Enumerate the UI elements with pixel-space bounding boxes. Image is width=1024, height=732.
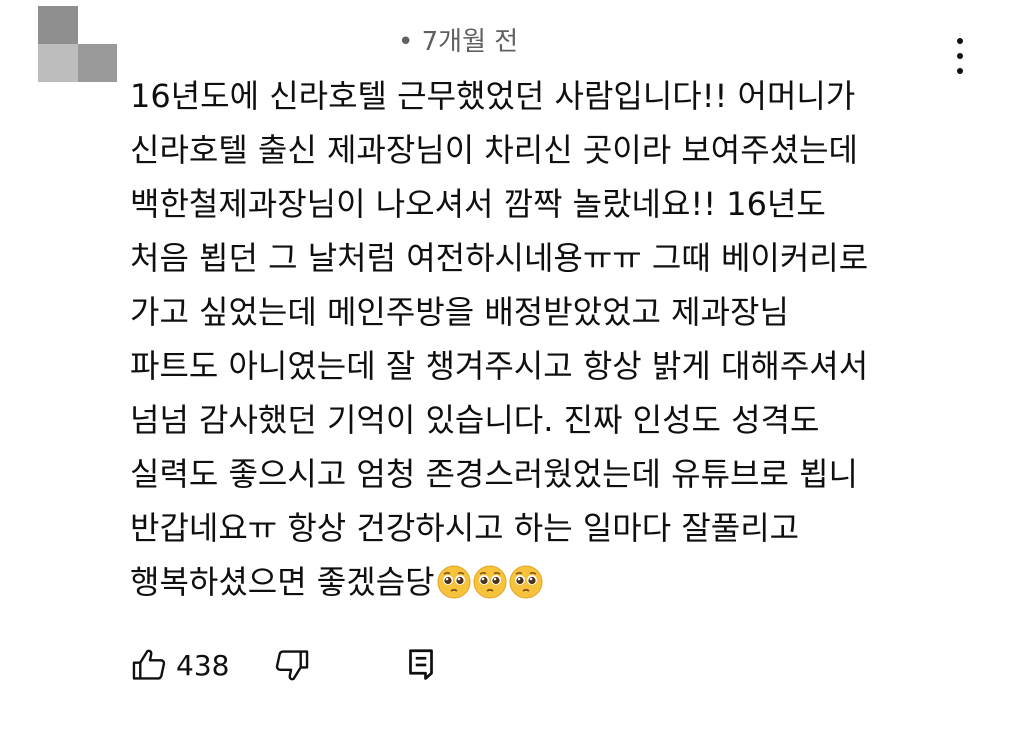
comment-line-last: 행복하셨으면 좋겠슴당: [130, 555, 1010, 609]
pleading-face-emoji-icon: [509, 565, 543, 599]
comment-line: 가고 싶었는데 메인주방을 배정받았었고 제과장님: [130, 293, 789, 331]
reply-button[interactable]: [405, 647, 437, 683]
pleading-face-emoji-icon: [473, 565, 507, 599]
comment-line: 실력도 좋으시고 엄청 존경스러웠었는데 유튜브로 뵙니: [130, 455, 858, 493]
reply-comment-icon: [409, 649, 434, 680]
thumbs-down-icon: [276, 650, 309, 681]
comment-actions: 438: [130, 640, 437, 690]
comment-line: 신라호텔 출신 제과장님이 차리신 곳이라 보여주셨는데: [130, 131, 858, 169]
comment-line: 백한철제과장님이 나오셔서 깜짝 놀랐네요!! 16년도: [130, 185, 826, 223]
pleading-face-emoji-icon: [437, 565, 471, 599]
avatar[interactable]: [38, 6, 117, 82]
like-button[interactable]: 438: [130, 646, 229, 684]
comment-timestamp: • 7개월 전: [398, 27, 519, 57]
comment-line: 넘넘 감사했던 기억이 있습니다. 진짜 인성도 성격도: [130, 401, 820, 439]
thumbs-up-icon: [132, 649, 166, 680]
comment-line: 파트도 아니였는데 잘 챙겨주시고 항상 밝게 대해주셔서: [130, 347, 869, 385]
comment-line: 반갑네요ㅠ 항상 건강하시고 하는 일마다 잘풀리고: [130, 509, 800, 547]
comment-line: 16년도에 신라호텔 근무했었던 사람입니다!! 어머니가: [130, 77, 856, 115]
like-count: 438: [176, 648, 230, 682]
dislike-button[interactable]: [273, 646, 311, 684]
comment-line: 처음 뵙던 그 날처럼 여전하시네용ㅠㅠ 그때 베이커리로: [130, 239, 869, 277]
comment-line-text: 행복하셨으면 좋겠슴당: [130, 563, 435, 601]
comment-text: 16년도에 신라호텔 근무했었던 사람입니다!! 어머니가 신라호텔 출신 제과…: [130, 69, 1010, 609]
